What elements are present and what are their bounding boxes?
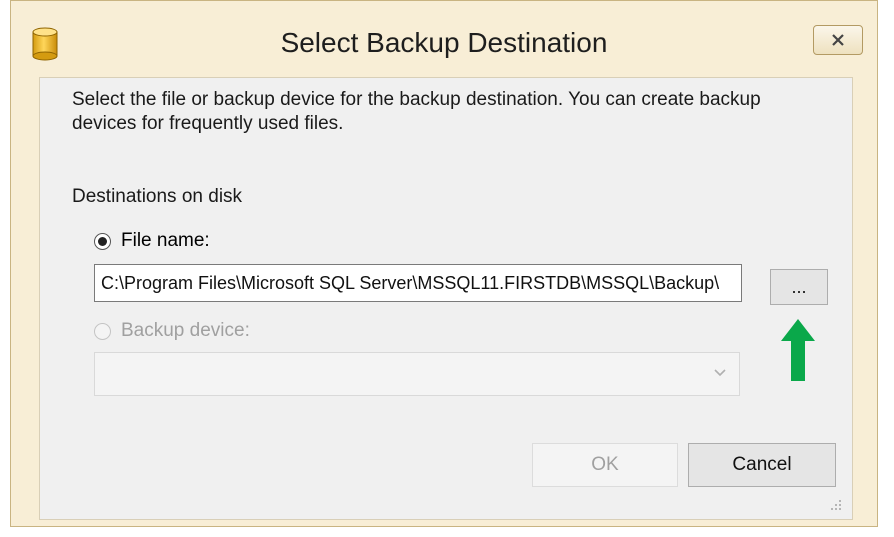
browse-button[interactable]: ... bbox=[770, 269, 828, 305]
title-bar[interactable]: Select Backup Destination bbox=[11, 1, 877, 83]
file-name-label: File name: bbox=[121, 230, 210, 251]
radio-unselected-icon[interactable] bbox=[94, 322, 111, 340]
cancel-button[interactable]: Cancel bbox=[688, 443, 836, 487]
arrow-up-icon bbox=[781, 319, 815, 381]
radio-selected-icon[interactable] bbox=[94, 232, 111, 250]
close-icon bbox=[832, 34, 844, 46]
file-name-radio[interactable]: File name: bbox=[94, 230, 210, 252]
dialog-body: Select the file or backup device for the… bbox=[39, 77, 853, 520]
chevron-down-icon bbox=[714, 369, 726, 377]
select-backup-destination-dialog: Select Backup Destination Select the fil… bbox=[10, 0, 878, 527]
description-text: Select the file or backup device for the… bbox=[72, 89, 761, 134]
resize-grip-icon[interactable] bbox=[830, 499, 842, 511]
backup-device-label: Backup device: bbox=[121, 320, 250, 341]
destinations-section-label: Destinations on disk bbox=[72, 186, 243, 207]
backup-device-dropdown[interactable] bbox=[94, 352, 740, 396]
file-path-input[interactable]: C:\Program Files\Microsoft SQL Server\MS… bbox=[94, 264, 742, 302]
dialog-title: Select Backup Destination bbox=[280, 27, 608, 58]
ok-button[interactable]: OK bbox=[532, 443, 678, 487]
close-button[interactable] bbox=[813, 25, 863, 55]
file-path-value: C:\Program Files\Microsoft SQL Server\MS… bbox=[101, 273, 720, 293]
backup-device-radio[interactable]: Backup device: bbox=[94, 320, 250, 342]
